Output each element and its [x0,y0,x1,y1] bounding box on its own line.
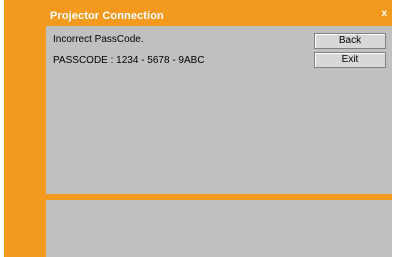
title-bar: Projector Connection x [4,0,392,26]
back-button[interactable]: Back [314,33,386,49]
close-icon[interactable]: x [381,9,387,19]
projector-connection-window: Projector Connection x Incorrect PassCod… [4,0,392,257]
exit-button[interactable]: Exit [314,52,386,68]
window-title: Projector Connection [50,10,164,22]
error-message: Incorrect PassCode. [53,34,144,45]
sidebar-accent-top [4,26,46,194]
sidebar-accent-bottom [4,200,46,257]
bottom-panel [46,200,392,257]
passcode-text: PASSCODE : 1234 - 5678 - 9ABC [53,55,205,66]
